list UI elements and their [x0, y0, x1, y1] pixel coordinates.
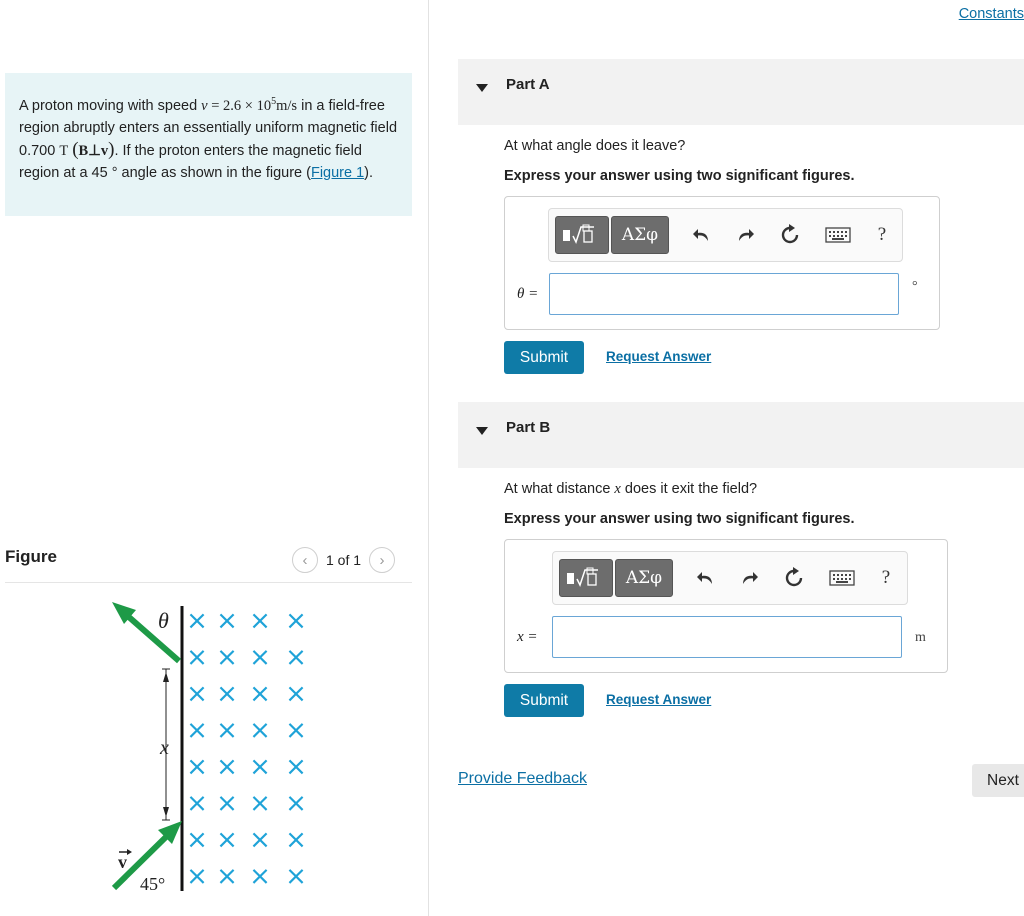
part-b-header[interactable]: Part B	[458, 402, 1024, 468]
collapse-triangle-icon[interactable]	[476, 427, 488, 435]
redo-icon[interactable]	[730, 220, 760, 250]
theta-var-label: θ =	[517, 286, 539, 302]
pager-text: 1 of 1	[326, 552, 362, 568]
field-cross: ×	[249, 716, 271, 746]
field-cross: ×	[285, 643, 307, 673]
x-label: x	[159, 737, 169, 759]
field-cross: ×	[186, 606, 208, 636]
field-cross: ×	[186, 862, 208, 892]
submit-button[interactable]: Submit	[504, 341, 584, 374]
exit-arrow	[120, 608, 181, 664]
unit-label: °	[912, 279, 918, 294]
angle-label: 45°	[140, 874, 165, 894]
field-cross: ×	[186, 752, 208, 782]
x-var-label: x =	[517, 629, 538, 645]
answer-input-theta[interactable]	[549, 273, 899, 315]
field-cross: ×	[216, 716, 238, 746]
chevron-right-icon[interactable]: ›	[369, 547, 396, 573]
part-a-answer-box: ΑΣφ ? θ = °	[504, 196, 940, 330]
field-cross: ×	[249, 606, 271, 636]
field-cross: ×	[285, 606, 307, 636]
field-cross: ×	[186, 716, 208, 746]
field-cross: ×	[216, 752, 238, 782]
column-divider	[428, 0, 429, 916]
part-label: Part A	[506, 76, 550, 93]
provide-feedback-link[interactable]: Provide Feedback	[458, 770, 587, 788]
request-answer-link[interactable]: Request Answer	[606, 349, 711, 364]
submit-button[interactable]: Submit	[504, 684, 584, 717]
figure-pager: ‹ 1 of 1 ›	[292, 547, 396, 573]
equation-toolbar: ΑΣφ ?	[552, 551, 908, 605]
redo-icon[interactable]	[734, 563, 764, 593]
undo-icon[interactable]	[687, 220, 717, 250]
symbols-button[interactable]: ΑΣφ	[615, 559, 673, 597]
keyboard-icon[interactable]	[825, 563, 859, 593]
field-cross: ×	[249, 679, 271, 709]
undo-icon[interactable]	[691, 563, 721, 593]
equation-toolbar: ΑΣφ ?	[548, 208, 903, 262]
answer-input-x[interactable]	[552, 616, 902, 658]
theta-label: θ	[158, 608, 169, 633]
templates-icon[interactable]	[559, 559, 613, 597]
part-b-instruction: Express your answer using two significan…	[504, 511, 855, 527]
field-cross: ×	[216, 789, 238, 819]
field-cross: ×	[216, 825, 238, 855]
request-answer-link[interactable]: Request Answer	[606, 692, 711, 707]
field-cross: ×	[216, 679, 238, 709]
field-cross: ×	[285, 825, 307, 855]
field-cross: ×	[249, 789, 271, 819]
part-b-question: At what distance x does it exit the fiel…	[504, 481, 758, 497]
field-cross: ×	[285, 716, 307, 746]
field-cross: ×	[249, 862, 271, 892]
field-cross: ×	[186, 679, 208, 709]
field-cross: ×	[186, 789, 208, 819]
v-label: v	[118, 852, 127, 872]
field-cross: ×	[216, 606, 238, 636]
part-label: Part B	[506, 419, 551, 436]
magnetic-field-crosses: × × × × × × × × × × × × × × × × × × × × × × × × × × × × × × × ×	[186, 606, 307, 892]
templates-icon[interactable]	[555, 216, 609, 254]
figure-diagram: × × × × × × × × × × × × × × × × × × × × × × × × × × × × × × × × θ x v 4…	[111, 602, 307, 894]
help-icon[interactable]: ?	[871, 563, 901, 593]
field-cross: ×	[186, 643, 208, 673]
field-cross: ×	[249, 643, 271, 673]
reset-icon[interactable]	[779, 563, 809, 593]
field-cross: ×	[285, 679, 307, 709]
field-cross: ×	[285, 789, 307, 819]
collapse-triangle-icon[interactable]	[476, 84, 488, 92]
next-button[interactable]: Next	[972, 764, 1024, 797]
help-icon[interactable]: ?	[867, 220, 897, 250]
keyboard-icon[interactable]	[821, 220, 855, 250]
unit-label: m	[915, 630, 926, 645]
figure-header: Figure ‹ 1 of 1 ›	[5, 543, 412, 583]
part-a-question: At what angle does it leave?	[504, 138, 686, 154]
chevron-left-icon[interactable]: ‹	[292, 547, 318, 573]
part-b-answer-box: ΑΣφ ? x = m	[504, 539, 948, 673]
field-cross: ×	[249, 825, 271, 855]
field-cross: ×	[285, 862, 307, 892]
symbols-button[interactable]: ΑΣφ	[611, 216, 669, 254]
field-cross: ×	[186, 825, 208, 855]
field-cross: ×	[285, 752, 307, 782]
figure-title: Figure	[5, 547, 57, 566]
figure-link[interactable]: Figure 1	[311, 165, 364, 181]
field-cross: ×	[216, 643, 238, 673]
constants-link[interactable]: Constants	[959, 6, 1024, 22]
problem-statement: A proton moving with speed v = 2.6 × 105…	[5, 73, 412, 216]
part-a-instruction: Express your answer using two significan…	[504, 168, 855, 184]
field-cross: ×	[249, 752, 271, 782]
field-cross: ×	[216, 862, 238, 892]
part-a-header[interactable]: Part A	[458, 59, 1024, 125]
reset-icon[interactable]	[775, 220, 805, 250]
